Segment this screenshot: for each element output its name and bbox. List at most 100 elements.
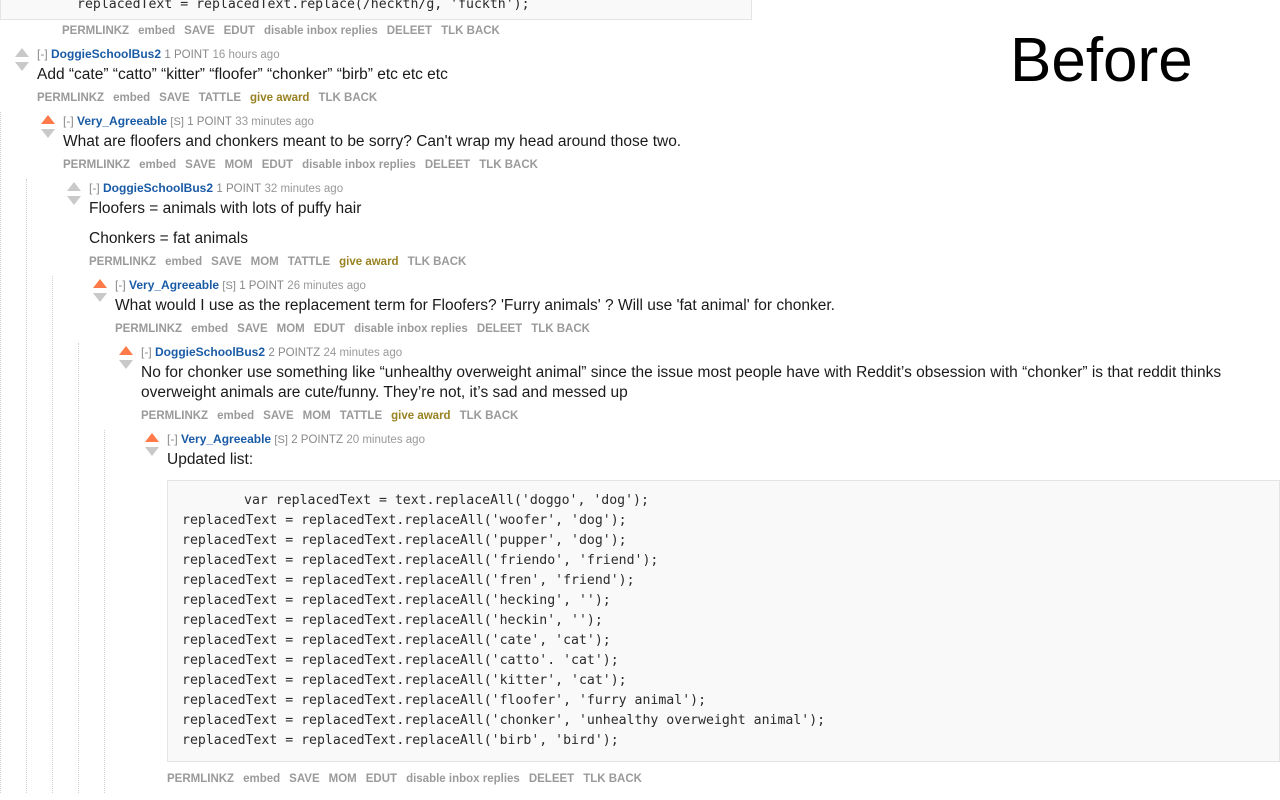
comment-author[interactable]: Very_Agreeable (129, 278, 219, 292)
upvote-arrow-icon[interactable] (15, 48, 29, 57)
action-links: PERMLINKZ embed SAVE EDUT disable inbox repl… (62, 20, 1280, 45)
action-permlinkz[interactable]: PERMLINKZ (141, 410, 208, 422)
downvote-arrow-icon[interactable] (93, 293, 107, 302)
action-tlk-back[interactable]: TLK BACK (479, 159, 538, 171)
action-disable-inbox-replies[interactable]: disable inbox replies (302, 159, 416, 171)
upvote-arrow-icon[interactable] (93, 279, 107, 288)
action-embed[interactable]: embed (191, 323, 228, 335)
collapse-toggle[interactable]: [-] (37, 47, 48, 61)
action-links: PERMLINKZ embed SAVE MOM EDUT disable inbox r… (63, 154, 1280, 179)
action-edut[interactable]: EDUT (224, 25, 255, 37)
action-embed[interactable]: embed (113, 92, 150, 104)
action-deleet[interactable]: DELEET (529, 773, 574, 785)
action-permlinkz[interactable]: PERMLINKZ (37, 92, 104, 104)
action-save[interactable]: SAVE (185, 159, 215, 171)
action-edut[interactable]: EDUT (314, 323, 345, 335)
action-tattle[interactable]: TATTLE (199, 92, 241, 104)
downvote-arrow-icon[interactable] (41, 129, 55, 138)
collapse-toggle[interactable]: [-] (115, 278, 126, 292)
action-permlinkz[interactable]: PERMLINKZ (62, 25, 129, 37)
action-tattle[interactable]: TATTLE (288, 256, 330, 268)
action-mom[interactable]: MOM (225, 159, 253, 171)
action-disable-inbox-replies[interactable]: disable inbox replies (406, 773, 520, 785)
action-embed[interactable]: embed (139, 159, 176, 171)
action-disable-inbox-replies[interactable]: disable inbox replies (264, 25, 378, 37)
code-block: var replacedText = text.replaceAll('dogg… (167, 480, 1280, 762)
vote-controls[interactable] (92, 279, 108, 302)
comment-score: 1 POINT (187, 116, 232, 128)
action-tlk-back[interactable]: TLK BACK (441, 25, 500, 37)
action-tattle[interactable]: TATTLE (340, 410, 382, 422)
comment-depth-4: [-] DoggieSchoolBus2 2 POINTZ 24 minutes… (78, 343, 1280, 793)
clipped-code-block: replacedText = replacedText.replace(/hec… (0, 0, 752, 20)
action-save[interactable]: SAVE (289, 773, 319, 785)
comment-author[interactable]: DoggieSchoolBus2 (103, 181, 213, 195)
action-mom[interactable]: MOM (303, 410, 331, 422)
action-permlinkz[interactable]: PERMLINKZ (89, 256, 156, 268)
downvote-arrow-icon[interactable] (145, 447, 159, 456)
action-save[interactable]: SAVE (211, 256, 241, 268)
comment-text: No for chonker use something like “unhea… (141, 361, 1280, 405)
comment-author[interactable]: Very_Agreeable (181, 432, 271, 446)
comment-age: 24 minutes ago (323, 347, 403, 359)
submitter-badge: [S] (222, 280, 236, 292)
comment-text: Updated list: (167, 448, 1280, 472)
collapse-toggle[interactable]: [-] (141, 345, 152, 359)
action-edut[interactable]: EDUT (366, 773, 397, 785)
action-mom[interactable]: MOM (329, 773, 357, 785)
comment-author[interactable]: Very_Agreeable (77, 114, 167, 128)
action-deleet[interactable]: DELEET (477, 323, 522, 335)
upvote-arrow-icon[interactable] (41, 115, 55, 124)
action-save[interactable]: SAVE (263, 410, 293, 422)
action-tlk-back[interactable]: TLK BACK (460, 410, 519, 422)
action-embed[interactable]: embed (138, 25, 175, 37)
vote-controls[interactable] (118, 346, 134, 369)
vote-controls[interactable] (144, 433, 160, 456)
collapse-toggle[interactable]: [-] (89, 181, 100, 195)
upvote-arrow-icon[interactable] (67, 182, 81, 191)
action-embed[interactable]: embed (243, 773, 280, 785)
action-tlk-back[interactable]: TLK BACK (408, 256, 467, 268)
comment-score: 2 POINTZ (291, 434, 343, 446)
action-give-award[interactable]: give award (339, 256, 398, 268)
action-tlk-back[interactable]: TLK BACK (583, 773, 642, 785)
action-tlk-back[interactable]: TLK BACK (531, 323, 590, 335)
comment-depth-0: [-] DoggieSchoolBus2 1 POINT 16 hours ag… (0, 45, 1280, 793)
action-permlinkz[interactable]: PERMLINKZ (167, 773, 234, 785)
action-give-award[interactable]: give award (391, 410, 450, 422)
comment-author[interactable]: DoggieSchoolBus2 (155, 345, 265, 359)
action-mom[interactable]: MOM (277, 323, 305, 335)
comment-author[interactable]: DoggieSchoolBus2 (51, 47, 161, 61)
collapse-toggle[interactable]: [-] (63, 114, 74, 128)
downvote-arrow-icon[interactable] (67, 196, 81, 205)
upvote-arrow-icon[interactable] (145, 433, 159, 442)
action-permlinkz[interactable]: PERMLINKZ (63, 159, 130, 171)
upvote-arrow-icon[interactable] (119, 346, 133, 355)
action-tlk-back[interactable]: TLK BACK (318, 92, 377, 104)
action-links: PERMLINKZ embed SAVE MOM TATTLE give award TLK… (89, 251, 1280, 276)
action-deleet[interactable]: DELEET (425, 159, 470, 171)
action-mom[interactable]: MOM (251, 256, 279, 268)
action-save[interactable]: SAVE (237, 323, 267, 335)
action-embed[interactable]: embed (217, 410, 254, 422)
clipped-code-block-container: replacedText = replacedText.replace(/hec… (0, 0, 1280, 20)
comment-tagline: [-] DoggieSchoolBus2 1 POINT 16 hours ag… (37, 45, 1280, 63)
action-save[interactable]: SAVE (184, 25, 214, 37)
vote-controls[interactable] (66, 182, 82, 205)
comment-text: What are floofers and chonkers meant to … (63, 130, 1280, 154)
downvote-arrow-icon[interactable] (15, 62, 29, 71)
comment-paragraph: No for chonker use something like “unhea… (141, 364, 1222, 401)
action-embed[interactable]: embed (165, 256, 202, 268)
comment-paragraph: Chonkers = fat animals (89, 230, 248, 247)
action-permlinkz[interactable]: PERMLINKZ (115, 323, 182, 335)
action-save[interactable]: SAVE (159, 92, 189, 104)
action-disable-inbox-replies[interactable]: disable inbox replies (354, 323, 468, 335)
action-edut[interactable]: EDUT (262, 159, 293, 171)
vote-controls[interactable] (14, 48, 30, 71)
action-deleet[interactable]: DELEET (387, 25, 432, 37)
vote-controls[interactable] (40, 115, 56, 138)
collapse-toggle[interactable]: [-] (167, 432, 178, 446)
comment-body: [-] Very_Agreeable [S] 2 POINTZ 20 minut… (130, 430, 1280, 793)
action-give-award[interactable]: give award (250, 92, 309, 104)
downvote-arrow-icon[interactable] (119, 360, 133, 369)
